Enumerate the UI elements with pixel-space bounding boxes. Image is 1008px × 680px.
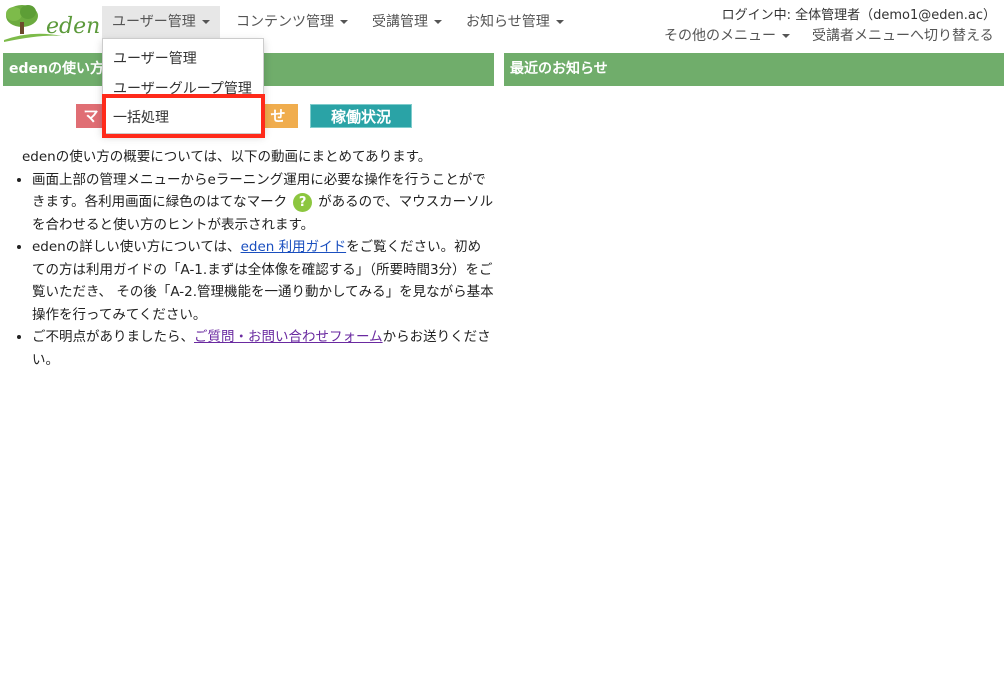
dropdown-item-user-management[interactable]: ユーザー管理 bbox=[103, 46, 263, 72]
chevron-down-icon bbox=[201, 20, 210, 24]
switch-to-learner-menu[interactable]: 受講者メニューへ切り替える bbox=[812, 24, 994, 48]
help-question-icon: ? bbox=[293, 192, 313, 212]
list-item: edenの詳しい使い方については、eden 利用ガイドをご覧ください。初めての方… bbox=[32, 236, 494, 326]
eden-guide-link[interactable]: eden 利用ガイド bbox=[241, 239, 347, 255]
usage-list: 画面上部の管理メニューからeラーニング運用に必要な操作を行うことができます。各利… bbox=[16, 169, 494, 372]
list-item: ご不明点がありましたら、ご質問・お問い合わせフォームからお送りください。 bbox=[32, 326, 494, 371]
nav-content-management-label: コンテンツ管理 bbox=[236, 14, 334, 30]
usage-intro: edenの使い方の概要については、以下の動画にまとめてあります。 bbox=[22, 149, 432, 165]
notice-tile[interactable]: せ bbox=[258, 104, 298, 128]
inquiry-form-link[interactable]: ご質問・お問い合わせフォーム bbox=[194, 329, 383, 345]
nav-course-management[interactable]: 受講管理 bbox=[362, 6, 452, 38]
user-management-dropdown: ユーザー管理 ユーザーグループ管理 一括処理 bbox=[102, 38, 264, 134]
logo-text: eden bbox=[46, 14, 101, 39]
chevron-down-icon bbox=[340, 20, 348, 24]
nav-course-management-label: 受講管理 bbox=[372, 14, 428, 30]
login-info: ログイン中: 全体管理者（demo1@eden.ac） bbox=[721, 8, 996, 23]
nav-user-management-label: ユーザー管理 bbox=[112, 14, 196, 30]
dropdown-item-bulk-processing[interactable]: 一括処理 bbox=[103, 105, 263, 131]
bullet3-text-before: ご不明点がありましたら、 bbox=[32, 329, 194, 345]
chevron-down-icon bbox=[555, 20, 564, 24]
operation-status-tile[interactable]: 稼働状況 bbox=[310, 104, 412, 128]
chevron-down-icon bbox=[434, 20, 442, 24]
chevron-down-icon bbox=[782, 34, 790, 38]
usage-content: edenの使い方の概要については、以下の動画にまとめてあります。 画面上部の管理… bbox=[16, 146, 494, 371]
nav-notice-management[interactable]: お知らせ管理 bbox=[456, 6, 574, 38]
eden-logo[interactable]: eden bbox=[2, 2, 101, 44]
other-menu-label: その他のメニュー bbox=[664, 28, 776, 44]
nav-user-management[interactable]: ユーザー管理 bbox=[102, 6, 220, 38]
bullet2-text-before: edenの詳しい使い方については、 bbox=[32, 239, 241, 255]
nav-notice-management-label: お知らせ管理 bbox=[466, 14, 550, 30]
recent-notices-panel-title: 最近のお知らせ bbox=[504, 53, 1004, 86]
list-item: 画面上部の管理メニューからeラーニング運用に必要な操作を行うことができます。各利… bbox=[32, 169, 494, 237]
dropdown-item-user-group-management[interactable]: ユーザーグループ管理 bbox=[103, 76, 263, 102]
other-menu[interactable]: その他のメニュー bbox=[664, 24, 790, 48]
nav-content-management[interactable]: コンテンツ管理 bbox=[226, 6, 358, 38]
